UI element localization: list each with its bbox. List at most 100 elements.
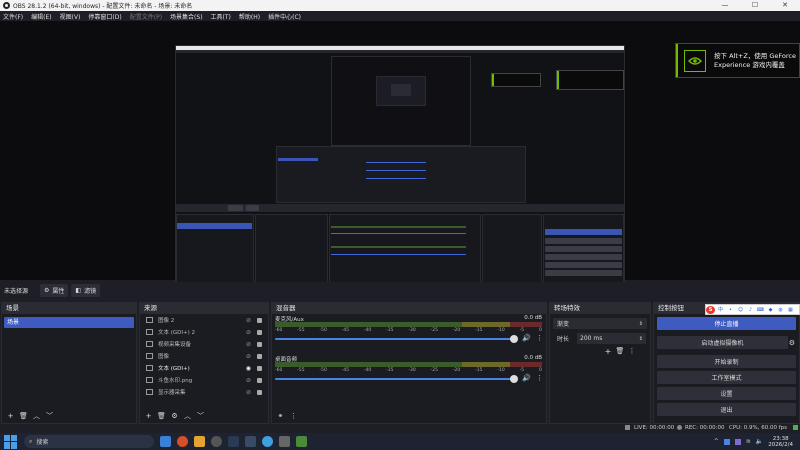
eye-slash-icon[interactable]: ⊘	[246, 353, 251, 360]
app-icon[interactable]	[296, 436, 307, 447]
menu-tools[interactable]: 工具(T)	[211, 12, 231, 21]
volume-slider[interactable]	[275, 338, 518, 340]
list-item[interactable]: 文本 (GDI+) ◉	[140, 362, 268, 374]
stop-streaming-button[interactable]: 停止直播	[657, 317, 796, 330]
ime-voice-icon[interactable]: ♪	[746, 306, 755, 314]
add-scene-button[interactable]: +	[5, 411, 16, 422]
menu-file[interactable]: 文件(F)	[3, 12, 23, 21]
lock-icon[interactable]	[257, 341, 262, 347]
app-icon[interactable]	[245, 436, 256, 447]
lock-icon[interactable]	[257, 329, 262, 335]
menu-profile[interactable]: 配置文件(P)	[130, 12, 162, 21]
trash-icon[interactable]: 🗑	[614, 345, 626, 357]
speaker-icon[interactable]: 🔈	[756, 438, 763, 445]
ime-skin-icon[interactable]: ◆	[766, 306, 775, 314]
chevron-up-icon[interactable]: ︿	[182, 411, 193, 422]
menu-help[interactable]: 帮助(H)	[239, 12, 260, 21]
tray-shield-icon[interactable]	[734, 438, 741, 445]
minimize-button[interactable]: —	[710, 0, 740, 11]
folder-icon[interactable]	[194, 436, 205, 447]
eye-slash-icon[interactable]: ⊘	[246, 329, 251, 336]
channel-db: 0.0 dB	[524, 315, 542, 321]
ime-chinese-icon[interactable]: 中	[716, 306, 725, 314]
properties-button[interactable]: ⚙ 属性	[40, 284, 69, 297]
speaker-icon[interactable]: 🔊	[522, 334, 531, 342]
menu-plugins[interactable]: 插件中心(C)	[268, 12, 301, 21]
kugou-icon[interactable]	[160, 436, 171, 447]
clock-date: 2026/2/4	[768, 441, 793, 448]
volume-slider-handle[interactable]	[510, 375, 518, 383]
gear-icon[interactable]: ⚙	[789, 339, 795, 347]
eye-icon[interactable]: ◉	[246, 365, 251, 372]
chevron-down-icon[interactable]: ﹀	[195, 411, 206, 422]
taskbar-search[interactable]: ⌕ 搜索	[24, 435, 154, 448]
trash-icon[interactable]: 🗑	[156, 411, 167, 422]
list-item[interactable]: 图像 2 ⊘	[140, 314, 268, 326]
gear-icon[interactable]: ⚙	[169, 411, 180, 422]
close-button[interactable]: ✕	[770, 0, 800, 11]
more-icon[interactable]: ⋮	[288, 411, 299, 422]
ime-toolbar[interactable]: S 中 • ☺ ♪ ⌨ ◆ ◍ ▦	[705, 304, 800, 315]
start-virtual-camera-button[interactable]: 启动虚拟摄像机	[657, 336, 788, 349]
ime-menu-icon[interactable]: ▦	[786, 306, 795, 314]
menu-view[interactable]: 视图(V)	[60, 12, 81, 21]
add-source-button[interactable]: +	[143, 411, 154, 422]
filters-button[interactable]: ◧ 滤镜	[71, 284, 101, 297]
trash-icon[interactable]: 🗑	[18, 411, 29, 422]
eye-slash-icon[interactable]: ⊘	[246, 377, 251, 384]
menu-edit[interactable]: 编辑(E)	[31, 12, 51, 21]
list-item[interactable]: 斗鱼水印.png ⊘	[140, 374, 268, 386]
obs-taskbar-icon[interactable]	[211, 436, 222, 447]
maximize-button[interactable]: ☐	[740, 0, 770, 11]
lock-icon[interactable]	[257, 389, 262, 395]
exit-button[interactable]: 退出	[657, 403, 796, 416]
ime-punctuation-icon[interactable]: •	[726, 306, 735, 314]
app-icon[interactable]	[279, 436, 290, 447]
tray-icon[interactable]	[723, 438, 730, 445]
more-icon[interactable]: ⋮	[536, 374, 543, 382]
list-item[interactable]: 视频采集设备 ⊘	[140, 338, 268, 350]
list-item[interactable]: 图像 ⊘	[140, 350, 268, 362]
duration-spinbox[interactable]: 200 ms ⇕	[577, 333, 646, 344]
meter-ticks: -60 -55 -50 -45 -40 -35 -30 -25 -20 -15 -10 -5 0	[275, 328, 542, 333]
tray-chevron-up-icon[interactable]: ^	[714, 438, 719, 445]
link-icon[interactable]: ⚭	[275, 411, 286, 422]
lock-icon[interactable]	[257, 377, 262, 383]
chevron-down-icon[interactable]: ﹀	[44, 411, 55, 422]
ime-keyboard-icon[interactable]: ⌨	[756, 306, 765, 314]
scene-list-item[interactable]: 场景	[4, 317, 134, 328]
duration-row: 时长 200 ms ⇕	[553, 333, 647, 344]
eye-slash-icon[interactable]: ⊘	[246, 389, 251, 396]
duration-label: 时长	[557, 336, 570, 343]
volume-slider-handle[interactable]	[510, 335, 518, 343]
list-item[interactable]: 显示器采集 ⊘	[140, 386, 268, 398]
studio-mode-button[interactable]: 工作室模式	[657, 371, 796, 384]
transition-select[interactable]: 渐变 ⇕	[553, 318, 647, 329]
windows-start-icon[interactable]	[4, 434, 18, 449]
add-transition-button[interactable]: +	[602, 345, 614, 357]
qq-icon[interactable]	[262, 436, 273, 447]
eye-slash-icon[interactable]: ⊘	[246, 341, 251, 348]
taskbar-clock[interactable]: 23:38 2026/2/4	[768, 436, 793, 448]
start-recording-button[interactable]: 开始录制	[657, 355, 796, 368]
list-item[interactable]: 文本 (GDI+) 2 ⊘	[140, 326, 268, 338]
settings-button[interactable]: 设置	[657, 387, 796, 400]
live-icon	[625, 425, 630, 430]
ime-user-icon[interactable]: ◍	[776, 306, 785, 314]
more-icon[interactable]: ⋮	[536, 334, 543, 342]
chrome-icon[interactable]	[177, 436, 188, 447]
chevron-up-icon[interactable]: ︿	[31, 411, 42, 422]
lock-icon[interactable]	[257, 353, 262, 359]
eye-slash-icon[interactable]: ⊘	[246, 317, 251, 324]
more-icon[interactable]: ⋮	[626, 345, 638, 357]
menu-docks[interactable]: 停靠窗口(D)	[88, 12, 121, 21]
steam-icon[interactable]	[228, 436, 239, 447]
volume-slider[interactable]	[275, 378, 518, 380]
lock-icon[interactable]	[257, 365, 262, 371]
menu-scene-collection[interactable]: 场景集合(S)	[170, 12, 203, 21]
ime-emoji-icon[interactable]: ☺	[736, 306, 745, 314]
wifi-icon[interactable]: ≋	[746, 438, 751, 445]
preview-canvas[interactable]: 按下 Alt+Z，使用 GeForce Experience 游戏内覆盖	[0, 21, 800, 299]
lock-icon[interactable]	[257, 317, 262, 323]
speaker-icon[interactable]: 🔊	[522, 374, 531, 382]
